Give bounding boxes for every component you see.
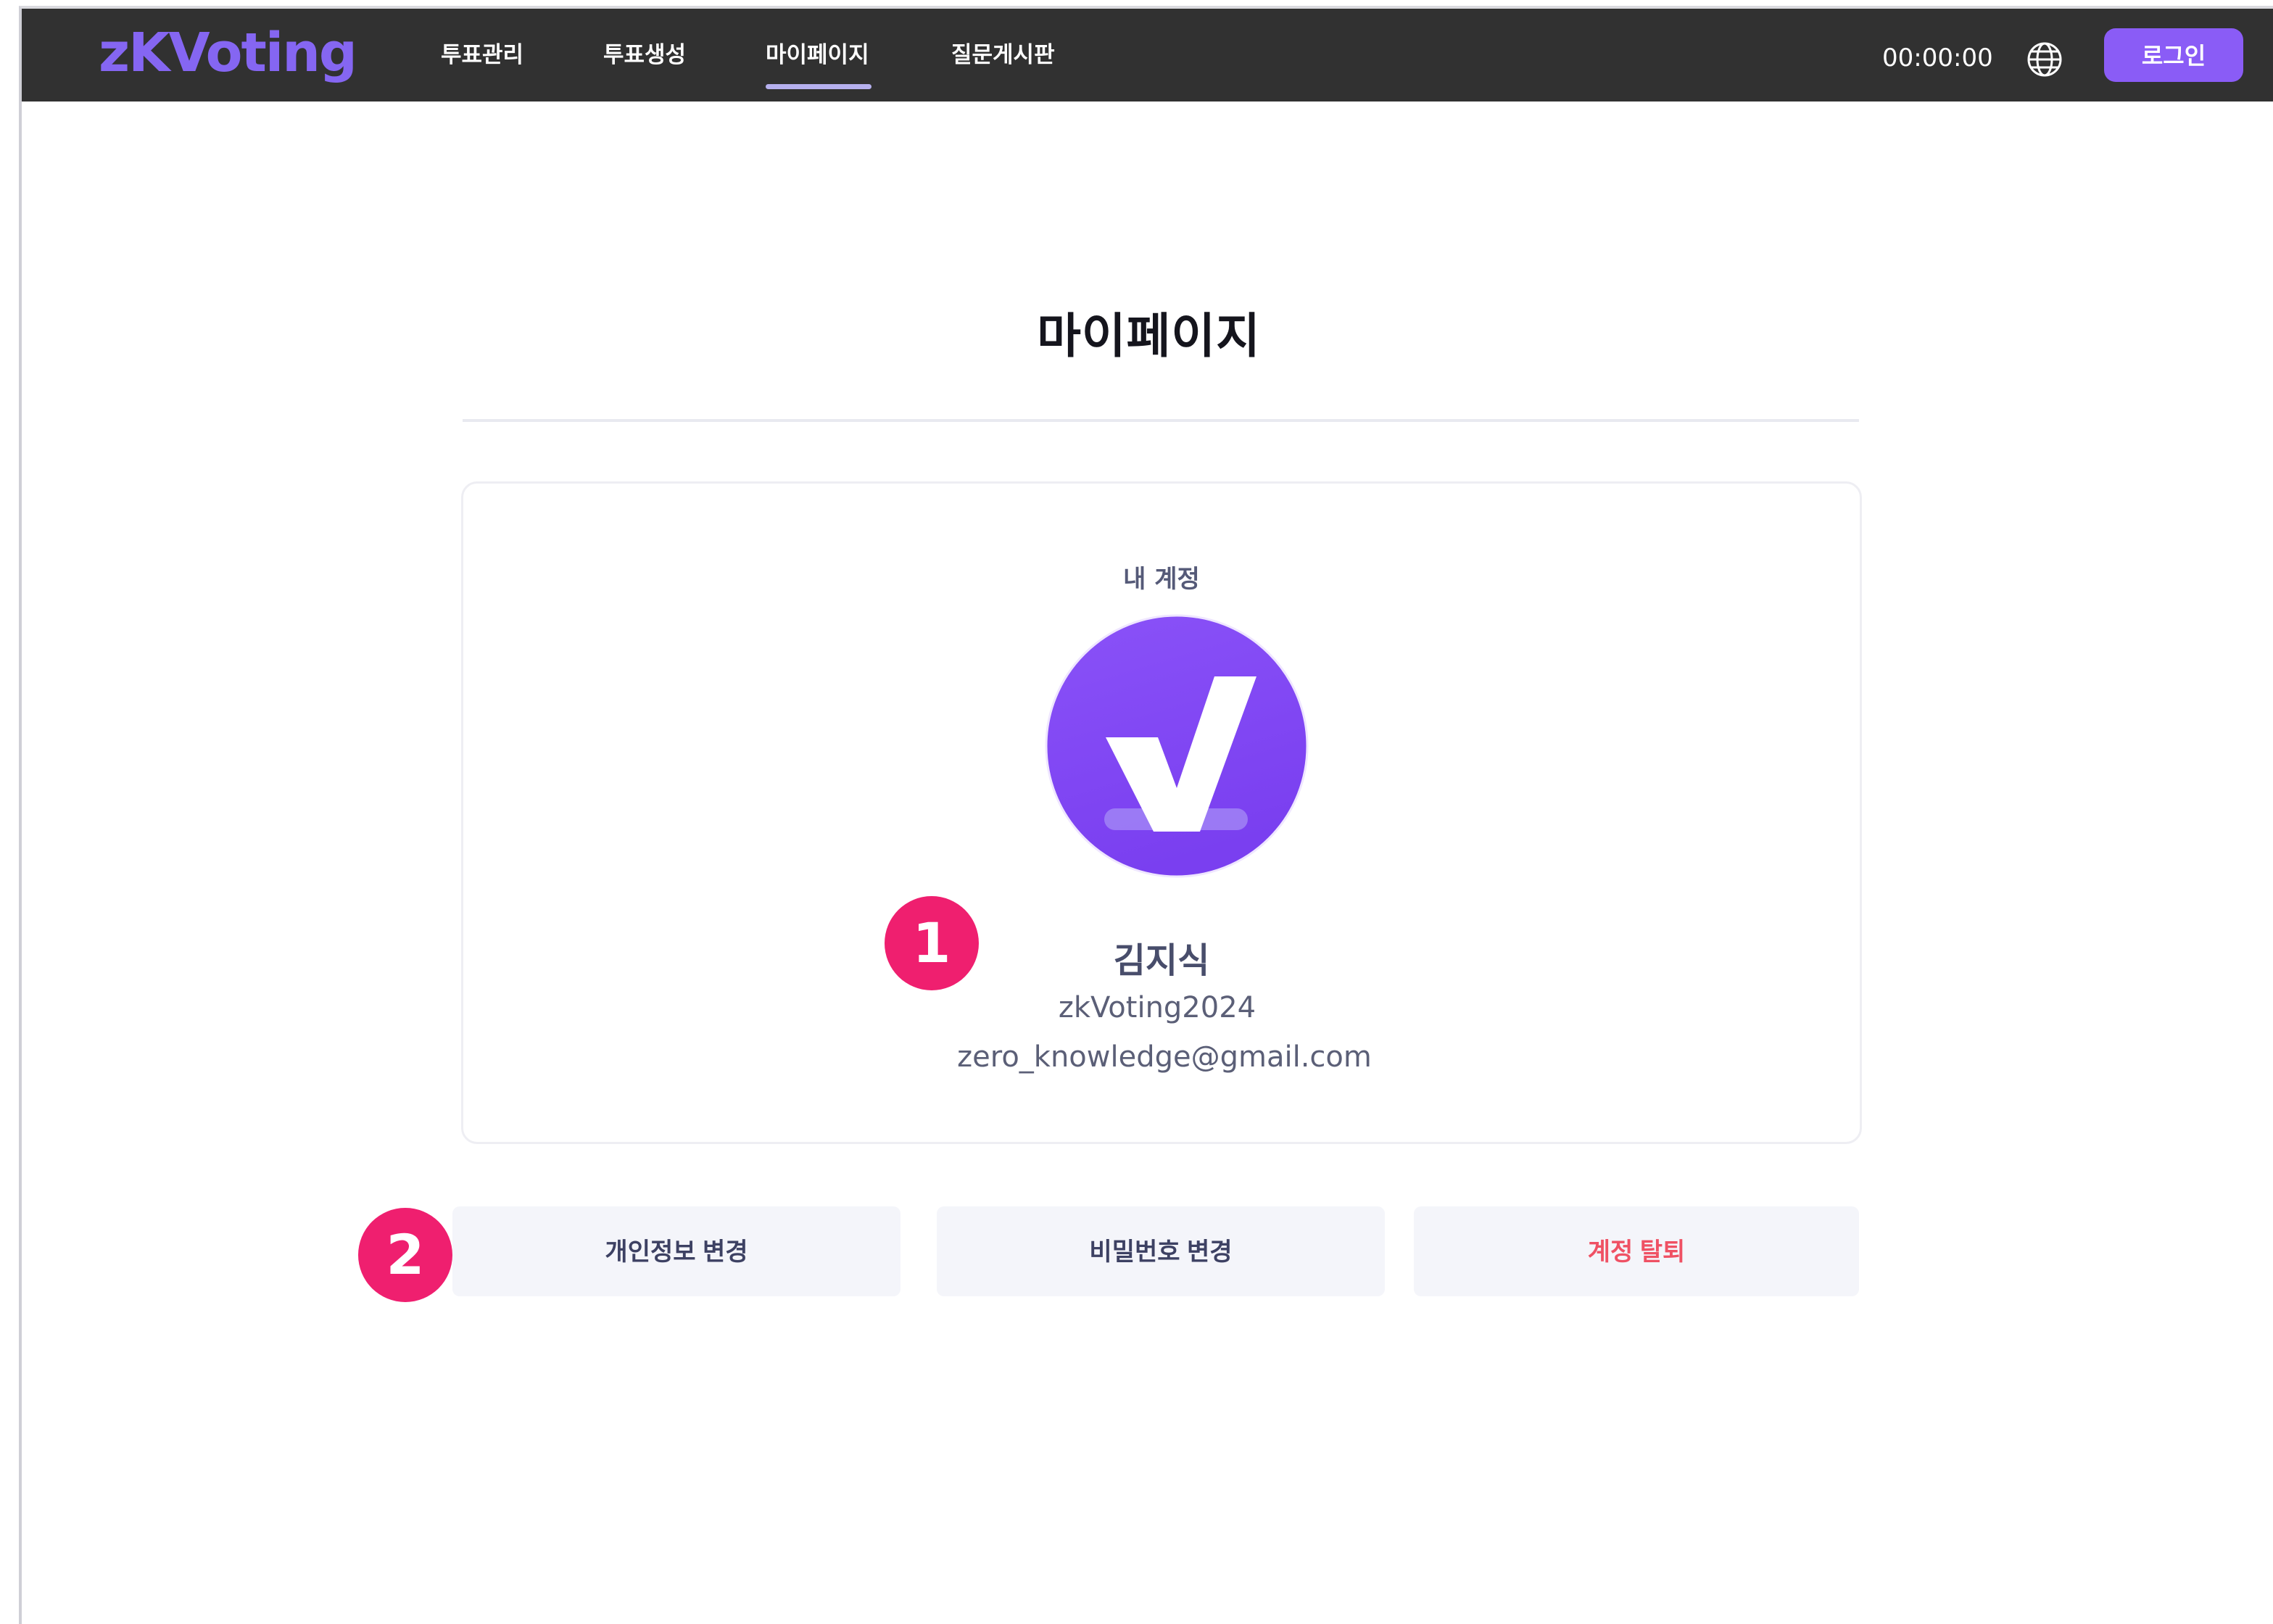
top-navigation-bar: zKVoting 투표관리 투표생성 마이페이지 질문게시판 00:00:00 … (22, 9, 2273, 102)
user-id: zkVoting2024 (1058, 991, 1256, 1024)
session-timer: 00:00:00 (1882, 44, 1993, 72)
globe-icon[interactable] (2026, 41, 2063, 78)
annotation-marker-2: 2 (358, 1208, 452, 1302)
edit-profile-button[interactable]: 개인정보 변경 (452, 1206, 900, 1296)
account-section-label: 내 계정 (1123, 565, 1200, 594)
zkvoting-logo[interactable]: zKVoting (99, 22, 357, 84)
nav-item-mypage[interactable]: 마이페이지 (766, 41, 869, 70)
page-title: 마이페이지 (1037, 308, 1261, 364)
nav-item-qna-board[interactable]: 질문게시판 (951, 41, 1055, 70)
delete-account-button[interactable]: 계정 탈퇴 (1414, 1206, 1859, 1296)
avatar (1045, 614, 1309, 878)
nav-item-vote-management[interactable]: 투표관리 (441, 41, 523, 70)
user-name: 김지식 (1113, 940, 1210, 981)
app-window: zKVoting 투표관리 투표생성 마이페이지 질문게시판 00:00:00 … (19, 6, 2273, 1624)
nav-item-create-vote[interactable]: 투표생성 (603, 41, 686, 70)
active-tab-indicator (766, 84, 871, 89)
annotation-marker-1: 1 (885, 896, 979, 990)
title-divider (463, 419, 1859, 422)
login-button[interactable]: 로그인 (2104, 28, 2243, 82)
user-email: zero_knowledge@gmail.com (957, 1040, 1372, 1074)
account-card: 내 계정 김지식 zkVoting2024 zero_knowledge@gma… (461, 481, 1862, 1144)
change-password-button[interactable]: 비밀번호 변경 (937, 1206, 1385, 1296)
